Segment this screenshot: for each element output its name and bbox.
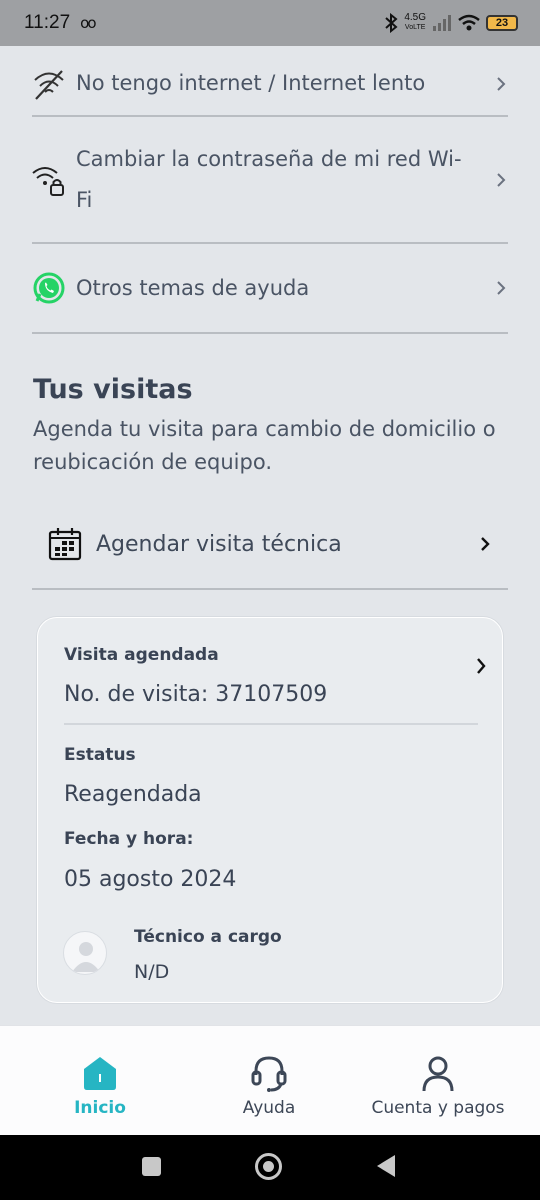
- status-value: Reagendada: [64, 782, 202, 807]
- help-option-label: Cambiar la contraseña de mi red Wi-Fi: [76, 146, 462, 212]
- visits-description: Agenda tu visita para cambio de domicili…: [33, 417, 496, 474]
- status-label: Estatus: [64, 745, 136, 765]
- chevron-right-icon: [481, 537, 490, 551]
- system-home-button[interactable]: [255, 1153, 282, 1180]
- visit-number: No. de visita: 37107509: [64, 682, 328, 707]
- nav-home-label: Inicio: [74, 1098, 126, 1118]
- wifi-lock-icon: [32, 163, 66, 197]
- voicemail-icon: oo: [80, 14, 96, 32]
- date-label: Fecha y hora:: [64, 829, 194, 849]
- bluetooth-icon: [385, 13, 398, 33]
- schedule-visit-button[interactable]: Agendar visita técnica: [32, 500, 508, 590]
- chevron-right-icon: [497, 281, 506, 295]
- calendar-icon: [48, 528, 82, 561]
- technician-value: N/D: [134, 961, 170, 983]
- person-placeholder-icon: [72, 942, 100, 972]
- system-navigation-bar: [0, 1135, 540, 1200]
- wifi-off-icon: [32, 67, 66, 101]
- date-value: 05 agosto 2024: [64, 867, 237, 892]
- nav-help-label: Ayuda: [242, 1098, 296, 1118]
- technician-label: Técnico a cargo: [134, 927, 282, 947]
- help-option-change-wifi-password[interactable]: Cambiar la contraseña de mi red Wi-Fi: [32, 117, 508, 244]
- card-divider: [64, 723, 478, 725]
- chevron-right-icon: [497, 76, 506, 91]
- battery-indicator: 23: [486, 15, 518, 31]
- home-icon: [84, 1057, 116, 1090]
- status-bar: 11:27 oo 4.5G VoLTE 23: [0, 0, 540, 46]
- whatsapp-icon: [32, 271, 66, 305]
- help-option-label: Otros temas de ayuda: [76, 275, 310, 300]
- network-indicator: 4.5G VoLTE: [404, 13, 426, 33]
- back-button[interactable]: [377, 1155, 395, 1177]
- chevron-right-icon: [497, 172, 506, 187]
- status-time: 11:27: [24, 12, 71, 33]
- wifi-status-icon: [458, 14, 480, 31]
- avatar: [63, 931, 107, 975]
- bottom-navigation: Inicio Ayuda Cuenta y pagos: [0, 1025, 540, 1135]
- network-type: 4.5G: [404, 12, 426, 23]
- help-option-other-topics[interactable]: Otros temas de ayuda: [32, 244, 508, 334]
- nav-account-label: Cuenta y pagos: [371, 1098, 505, 1118]
- help-option-label: No tengo internet / Internet lento: [76, 71, 426, 95]
- visit-card-title: Visita agendada: [64, 645, 219, 665]
- status-icons: 4.5G VoLTE 23: [384, 13, 518, 33]
- nav-help[interactable]: Ayuda: [219, 1026, 319, 1136]
- user-icon: [422, 1056, 454, 1092]
- help-option-no-internet[interactable]: No tengo internet / Internet lento: [32, 52, 508, 117]
- recent-apps-button[interactable]: [142, 1157, 161, 1176]
- chevron-right-icon: [477, 658, 486, 674]
- headset-icon: [251, 1056, 287, 1092]
- volte-label: VoLTE: [404, 24, 426, 31]
- signal-icon: [433, 15, 451, 31]
- scheduled-visit-card[interactable]: Visita agendada No. de visita: 37107509 …: [37, 617, 503, 1003]
- nav-home[interactable]: Inicio: [60, 1026, 140, 1136]
- nav-account[interactable]: Cuenta y pagos: [358, 1026, 518, 1136]
- visits-title: Tus visitas: [33, 374, 193, 405]
- schedule-visit-label: Agendar visita técnica: [96, 531, 342, 557]
